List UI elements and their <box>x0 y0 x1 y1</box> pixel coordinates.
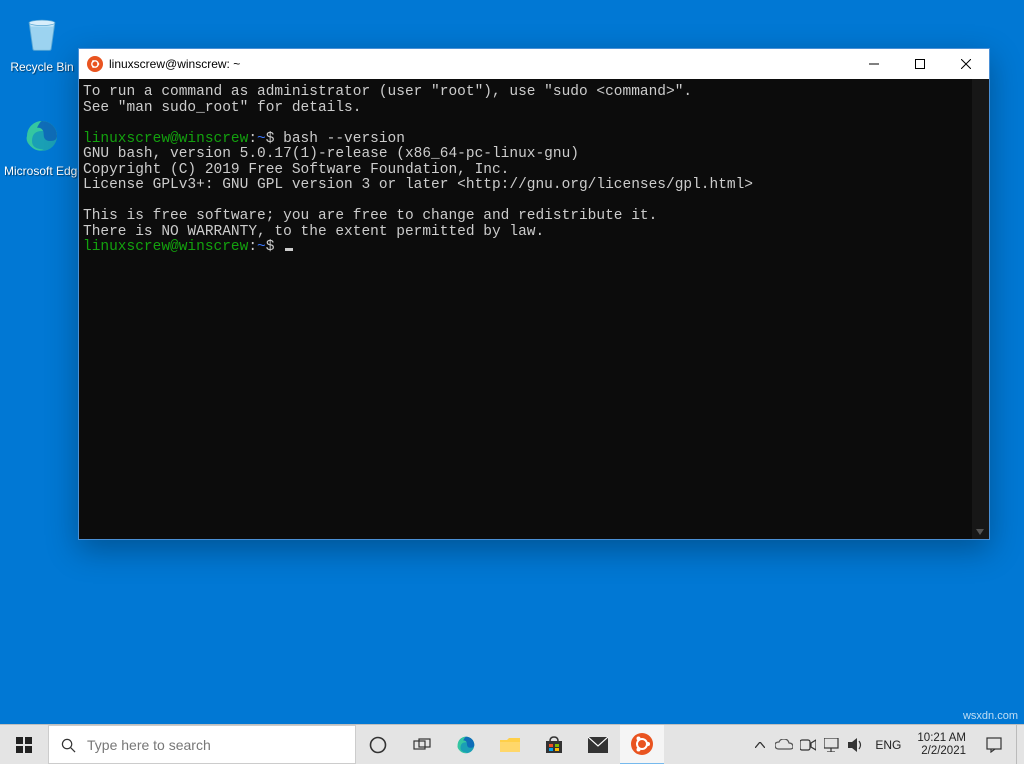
desktop-icon-label: Microsoft Edge <box>4 164 80 178</box>
recycle-bin-icon <box>18 8 66 56</box>
terminal-body[interactable]: To run a command as administrator (user … <box>79 79 989 539</box>
task-icons <box>356 725 664 764</box>
watermark: wsxdn.com <box>963 710 1018 722</box>
taskbar-store-icon[interactable] <box>532 725 576 764</box>
tray-network-icon[interactable] <box>823 736 841 754</box>
tray-date: 2/2/2021 <box>917 745 966 758</box>
desktop-icon-label: Recycle Bin <box>4 60 80 74</box>
cursor <box>285 248 293 251</box>
start-button[interactable] <box>0 725 48 764</box>
show-desktop-button[interactable] <box>1016 725 1022 764</box>
tray-time: 10:21 AM <box>917 732 966 745</box>
close-button[interactable] <box>943 49 989 79</box>
taskbar-explorer-icon[interactable] <box>488 725 532 764</box>
desktop-icon-recycle-bin[interactable]: Recycle Bin <box>4 8 80 74</box>
cortana-icon[interactable] <box>356 725 400 764</box>
tray-onedrive-icon[interactable] <box>775 736 793 754</box>
desktop-icon-edge[interactable]: Microsoft Edge <box>4 112 80 178</box>
task-view-icon[interactable] <box>400 725 444 764</box>
ubuntu-icon <box>87 56 103 72</box>
tray-chevron-up-icon[interactable] <box>751 736 769 754</box>
tray-volume-icon[interactable] <box>847 736 865 754</box>
taskbar-ubuntu-icon[interactable] <box>620 725 664 764</box>
system-tray: ENG 10:21 AM 2/2/2021 <box>743 725 1024 764</box>
scrollbar[interactable] <box>972 79 989 539</box>
tray-clock[interactable]: 10:21 AM 2/2/2021 <box>911 732 972 758</box>
minimize-button[interactable] <box>851 49 897 79</box>
taskbar: Type here to search ENG 10:21 AM 2/2/202… <box>0 724 1024 764</box>
window-title: linuxscrew@winscrew: ~ <box>109 57 240 71</box>
search-box[interactable]: Type here to search <box>48 725 356 764</box>
search-icon <box>49 736 87 753</box>
tray-notifications-icon[interactable] <box>978 737 1010 753</box>
titlebar[interactable]: linuxscrew@winscrew: ~ <box>79 49 989 79</box>
edge-icon <box>18 112 66 160</box>
terminal-window: linuxscrew@winscrew: ~ To run a command … <box>78 48 990 540</box>
tray-language[interactable]: ENG <box>871 738 905 752</box>
taskbar-edge-icon[interactable] <box>444 725 488 764</box>
taskbar-mail-icon[interactable] <box>576 725 620 764</box>
terminal-text: To run a command as administrator (user … <box>79 79 972 539</box>
maximize-button[interactable] <box>897 49 943 79</box>
search-placeholder: Type here to search <box>87 737 211 753</box>
tray-meet-now-icon[interactable] <box>799 736 817 754</box>
